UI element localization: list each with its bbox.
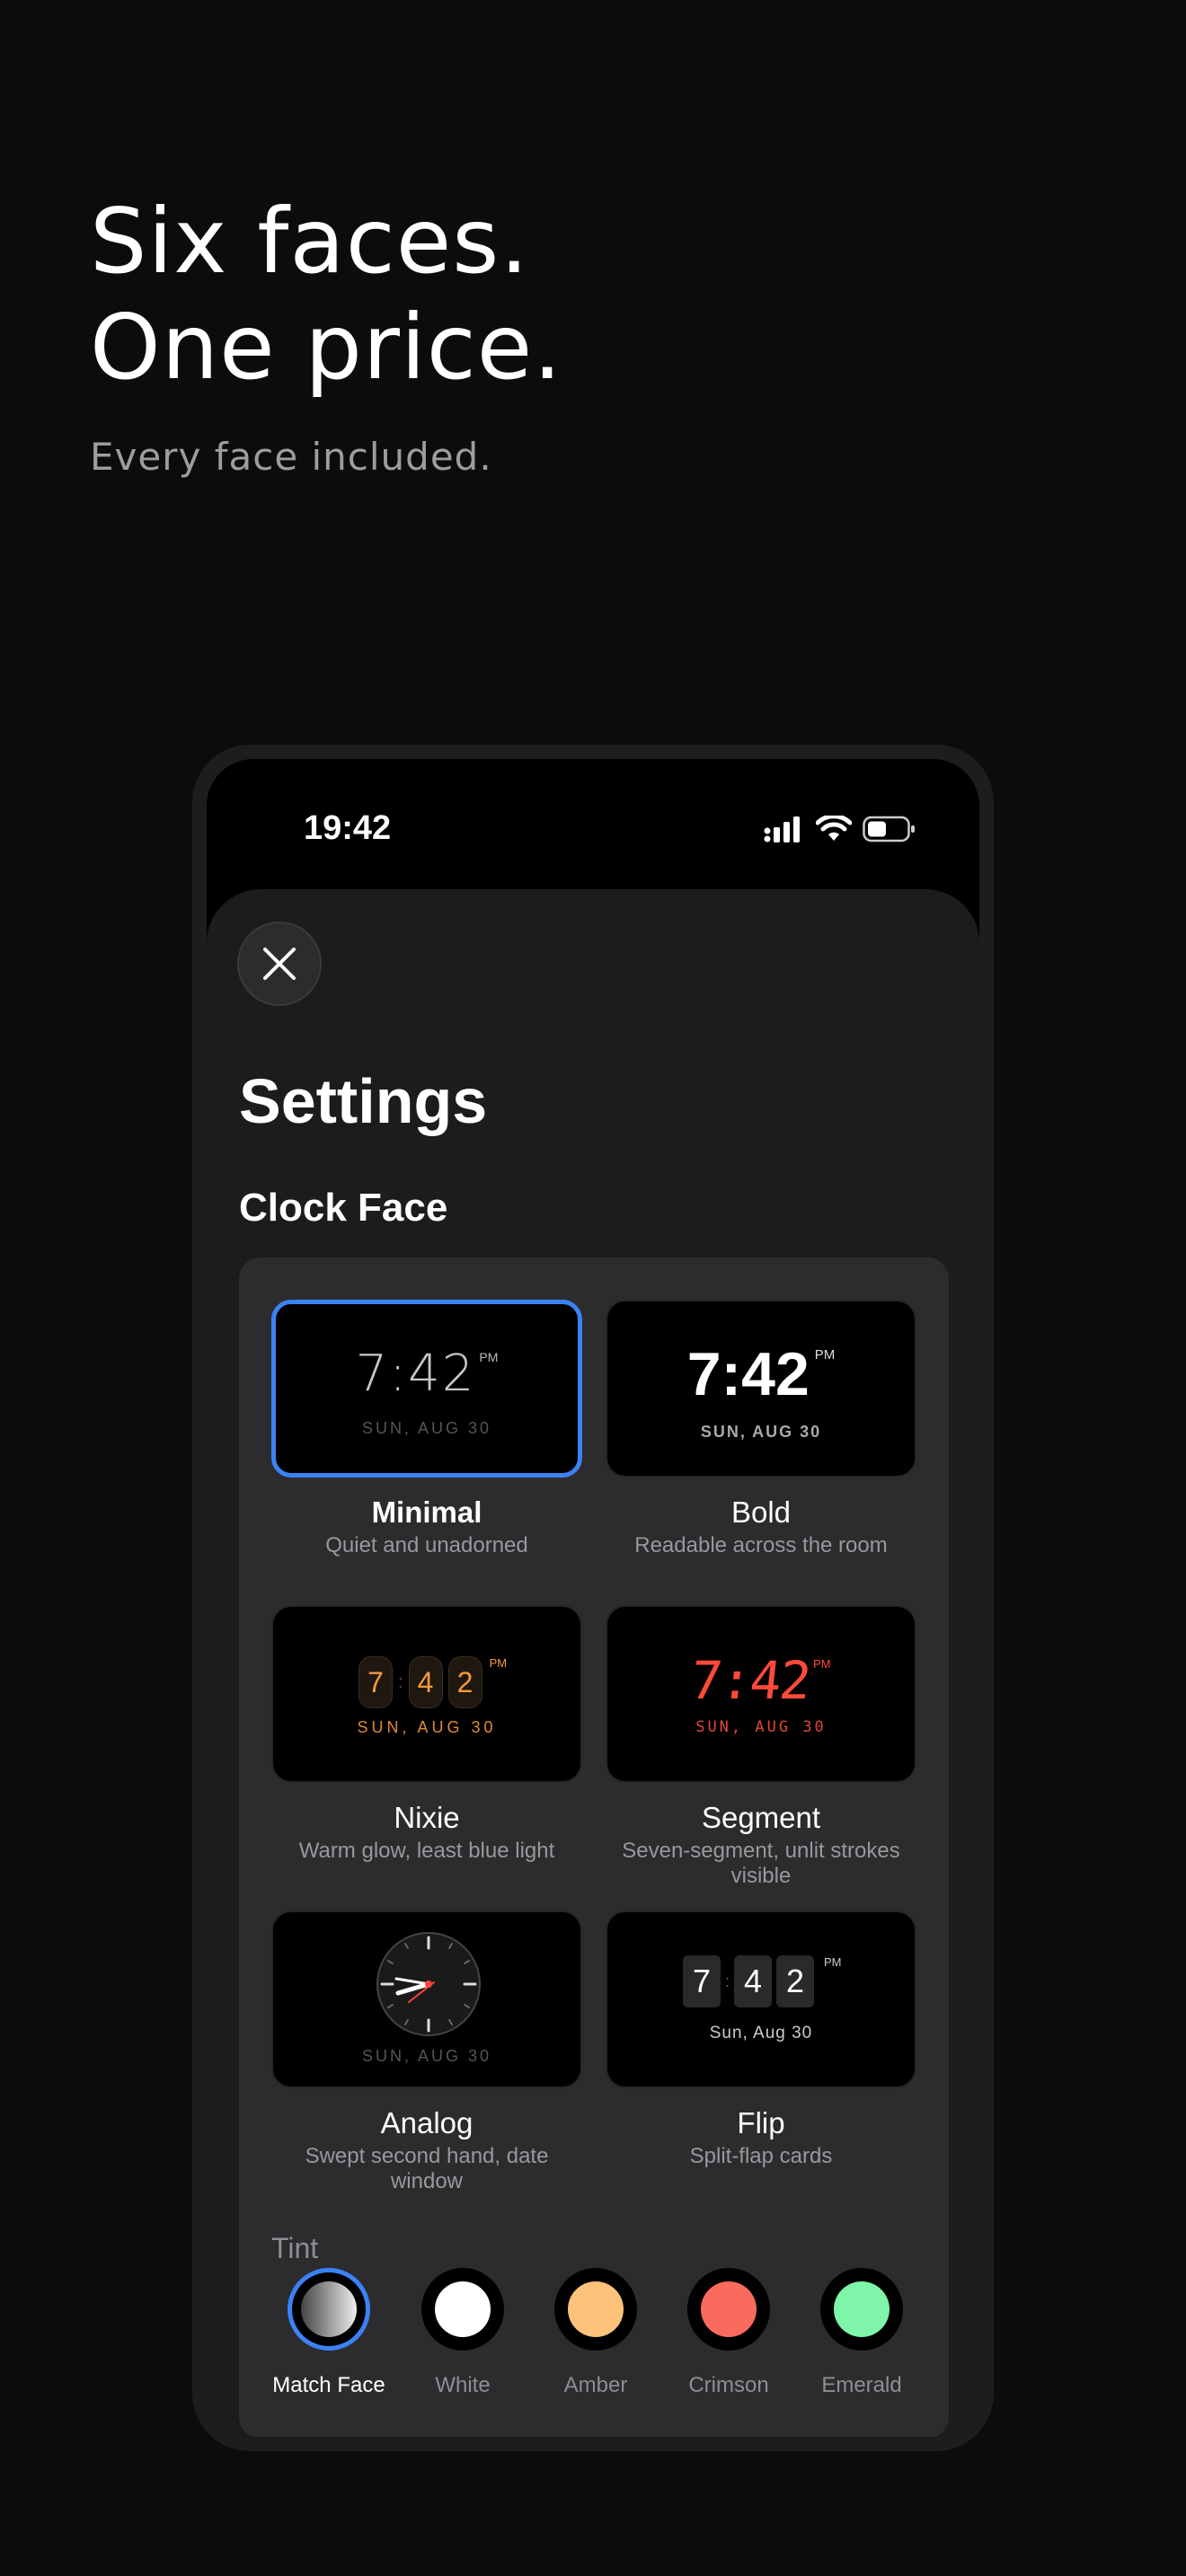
hero-subtitle: Every face included. — [90, 435, 492, 479]
minimal-preview-time-row: 7:42 PM — [276, 1345, 578, 1403]
tint-swatch-emerald[interactable] — [820, 2268, 903, 2351]
tint-color-dot — [435, 2281, 491, 2337]
bold-preview-time-row: 7:42 PM — [607, 1339, 915, 1409]
cellular-signal-icon — [764, 816, 800, 842]
face-name-segment: Segment — [701, 1801, 821, 1834]
face-desc-segment: Seven-segment, unlit strokes visible — [622, 1839, 900, 1888]
nixie-tube: 7 — [358, 1656, 393, 1708]
flip-card: 2 — [776, 1955, 815, 2007]
face-tile-segment[interactable]: 7:42PM SUN, AUG 30 — [606, 1605, 916, 1783]
face-desc-flip: Split-flap cards — [689, 2144, 833, 2168]
minimal-preview-ampm: PM — [479, 1350, 499, 1364]
segment-preview-ampm: PM — [813, 1657, 831, 1671]
flip-colon: : — [725, 1972, 730, 1990]
flip-preview-date: Sun, Aug 30 — [709, 2024, 813, 2042]
hero-title-line-2: One price. — [90, 295, 563, 400]
flip-preview-cards: 7 : 4 2 PM — [683, 1955, 842, 2007]
face-desc-analog: Swept second hand, date window — [305, 2144, 549, 2193]
face-name-flip: Flip — [737, 2106, 785, 2139]
face-name-minimal: Minimal — [371, 1495, 482, 1529]
analog-clock-icon — [376, 1932, 481, 2036]
face-name-analog: Analog — [380, 2106, 474, 2139]
phone-frame: 19:42 Settings Clock Face 7:42 PM SUN, A… — [192, 745, 994, 2451]
minimal-preview-date: SUN, AUG 30 — [361, 1419, 492, 1437]
nixie-colon: : — [398, 1672, 403, 1692]
nixie-tube: 4 — [408, 1656, 443, 1708]
tint-label-white: White — [435, 2373, 491, 2397]
face-tile-bold[interactable]: 7:42 PM SUN, AUG 30 — [606, 1300, 916, 1478]
hero-title: Six faces. One price. — [90, 189, 562, 401]
nixie-preview-ampm: PM — [489, 1656, 508, 1670]
close-icon — [263, 948, 296, 980]
tint-label-match-face: Match Face — [272, 2373, 385, 2397]
flip-card: 7 — [683, 1955, 721, 2007]
face-tile-flip[interactable]: 7 : 4 2 PM Sun, Aug 30 — [606, 1910, 916, 2088]
close-button[interactable] — [237, 922, 322, 1006]
clock-face-panel: 7:42 PM SUN, AUG 30 Minimal Quiet and una… — [239, 1257, 949, 2437]
flip-card: 4 — [734, 1955, 773, 2007]
tint-color-dot — [568, 2281, 624, 2337]
face-desc-nixie: Warm glow, least blue light — [298, 1839, 555, 1863]
battery-icon — [863, 816, 915, 842]
status-time: 19:42 — [304, 809, 392, 847]
tint-swatch-amber[interactable] — [554, 2268, 637, 2351]
tint-label-amber: Amber — [563, 2373, 628, 2397]
nixie-preview-digits: 7 : 4 2 PM — [358, 1656, 507, 1708]
settings-sheet: Settings Clock Face 7:42 PM SUN, AUG 30 M… — [207, 889, 979, 2437]
phone-screen: 19:42 Settings Clock Face 7:42 PM SUN, A… — [207, 759, 979, 2437]
hero: Six faces. One price. Every face include… — [90, 189, 562, 479]
nixie-preview-date: SUN, AUG 30 — [357, 1718, 497, 1736]
tint-swatch-white[interactable] — [421, 2268, 504, 2351]
segment-preview-time-row: 7:42PM — [607, 1650, 915, 1711]
tint-label: Tint — [271, 2232, 319, 2264]
hero-title-line-1: Six faces. — [90, 189, 530, 294]
tint-color-dot — [301, 2281, 357, 2337]
segment-preview-date: SUN, AUG 30 — [695, 1718, 827, 1736]
tint-label-emerald: Emerald — [821, 2373, 902, 2397]
page-title: Settings — [239, 1066, 488, 1136]
section-title-clock-face: Clock Face — [239, 1186, 448, 1230]
tint-color-dot — [701, 2281, 757, 2337]
tint-swatch-crimson[interactable] — [687, 2268, 770, 2351]
analog-preview-date: SUN, AUG 30 — [361, 2047, 492, 2065]
nixie-tube: 2 — [447, 1656, 482, 1708]
status-bar: 19:42 — [207, 759, 979, 885]
face-desc-bold: Readable across the room — [634, 1533, 888, 1557]
minimal-preview-time: 7:42 — [355, 1345, 476, 1403]
face-name-nixie: Nixie — [394, 1801, 460, 1834]
bold-preview-ampm: PM — [814, 1347, 836, 1363]
bold-preview-time: 7:42 — [686, 1340, 810, 1408]
tint-label-crimson: Crimson — [688, 2373, 769, 2397]
face-desc-minimal: Quiet and unadorned — [325, 1533, 528, 1557]
wifi-icon — [816, 816, 852, 841]
face-tile-nixie[interactable]: 7 : 4 2 PM SUN, AUG 30 — [271, 1605, 582, 1783]
face-name-bold: Bold — [730, 1495, 792, 1529]
bold-preview-date: SUN, AUG 30 — [700, 1423, 822, 1441]
status-icons — [764, 815, 916, 843]
tint-swatch-match-face[interactable] — [288, 2268, 370, 2351]
segment-preview-time: 7:42 — [687, 1650, 813, 1711]
flip-preview-ampm: PM — [824, 1955, 842, 1969]
face-tile-minimal[interactable]: 7:42 PM SUN, AUG 30 — [271, 1300, 582, 1478]
tint-color-dot — [834, 2281, 890, 2337]
face-tile-analog[interactable]: SUN, AUG 30 — [271, 1910, 582, 2088]
